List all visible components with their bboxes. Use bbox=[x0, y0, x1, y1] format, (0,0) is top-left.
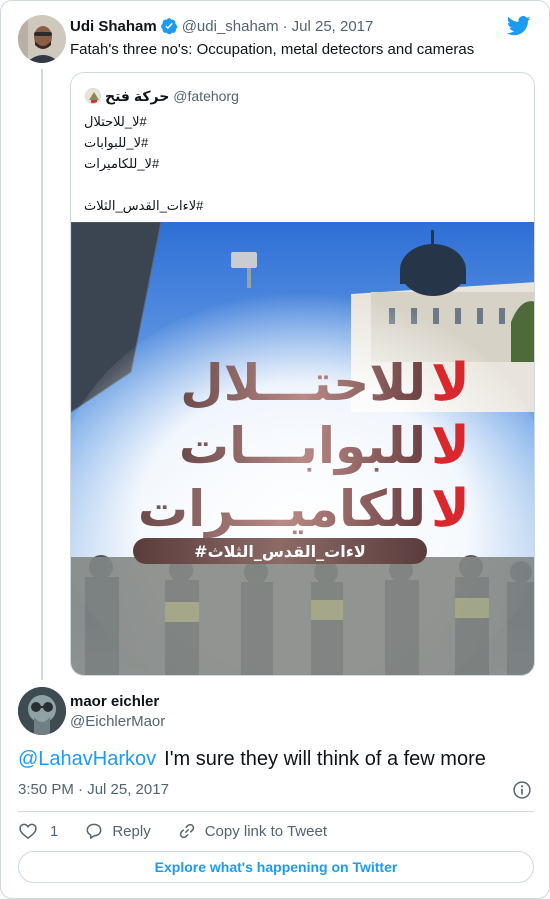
reply-button[interactable]: Reply bbox=[84, 821, 151, 841]
reply-timestamp[interactable]: 3:50 PM · Jul 25, 2017 bbox=[18, 781, 169, 798]
twitter-bird-icon[interactable] bbox=[507, 15, 531, 37]
quoted-tweet[interactable]: حركة فتح @fatehorg #لا_للاحتلال #لا_للبو… bbox=[70, 72, 535, 676]
author-handle[interactable]: @udi_shaham bbox=[182, 18, 279, 35]
tweet-text: Fatah's three no's: Occupation, metal de… bbox=[70, 41, 475, 58]
author-name[interactable]: Udi Shaham bbox=[70, 18, 157, 35]
quoted-image[interactable]: للاحتـــلال للبوابـــات للكاميـــرات لا … bbox=[71, 222, 534, 675]
hashtag-line[interactable]: #لا_للكاميرات bbox=[84, 153, 203, 174]
slogan-no-2: لا bbox=[431, 416, 470, 476]
divider bbox=[18, 811, 534, 812]
slogan-no-1: لا bbox=[431, 353, 470, 413]
slogan-line-2: للبوابـــات bbox=[179, 417, 426, 476]
quoted-author-handle: @fatehorg bbox=[173, 88, 239, 104]
quoted-header: حركة فتح @fatehorg bbox=[85, 87, 239, 105]
author-avatar[interactable] bbox=[18, 15, 66, 63]
reply-author-handle[interactable]: @EichlerMaor bbox=[70, 713, 165, 730]
hashtag-line[interactable]: #لا_للبوابات bbox=[84, 132, 203, 153]
reply-text-row: @LahavHarkov I'm sure they will think of … bbox=[18, 748, 486, 771]
thread-line bbox=[41, 69, 43, 680]
verified-badge-icon bbox=[160, 18, 178, 35]
slogan-no-3: لا bbox=[431, 479, 470, 539]
tweet-date[interactable]: Jul 25, 2017 bbox=[292, 18, 374, 35]
quoted-text: #لا_للاحتلال #لا_للبوابات #لا_للكاميرات … bbox=[84, 111, 203, 216]
like-button[interactable]: 1 bbox=[18, 821, 58, 841]
hashtag-line[interactable]: #لاءات_القدس_الثلاث bbox=[84, 195, 203, 216]
info-icon[interactable] bbox=[512, 780, 532, 800]
copy-link-button[interactable]: Copy link to Tweet bbox=[177, 821, 327, 841]
reply-text: I'm sure they will think of a few more bbox=[164, 748, 486, 770]
author-row: Udi Shaham @udi_shaham · Jul 25, 2017 bbox=[70, 16, 373, 36]
explore-button[interactable]: Explore what's happening on Twitter bbox=[18, 851, 534, 883]
slogan-line-1: للاحتـــلال bbox=[180, 354, 426, 412]
speech-bubble-icon bbox=[86, 823, 102, 839]
reply-avatar[interactable] bbox=[18, 687, 66, 735]
quoted-avatar bbox=[85, 88, 101, 104]
quoted-author-name: حركة فتح bbox=[105, 87, 170, 104]
reply-author-name[interactable]: maor eichler bbox=[70, 693, 159, 710]
separator: · bbox=[282, 17, 288, 35]
heart-icon bbox=[19, 823, 37, 840]
copy-link-label: Copy link to Tweet bbox=[204, 822, 327, 840]
reply-mention-link[interactable]: @LahavHarkov bbox=[18, 748, 156, 770]
image-banner-hashtag: #لاءات_القدس_الثلاث bbox=[194, 542, 366, 561]
hashtag-line[interactable]: #لا_للاحتلال bbox=[84, 111, 203, 132]
tweet-card: Udi Shaham @udi_shaham · Jul 25, 2017 Fa… bbox=[0, 0, 550, 899]
link-icon bbox=[179, 823, 194, 839]
action-bar: 1 Reply Copy link to Tweet bbox=[18, 820, 327, 842]
reply-label: Reply bbox=[112, 822, 151, 840]
slogan-line-3: للكاميـــرات bbox=[138, 480, 426, 539]
like-count: 1 bbox=[50, 822, 59, 840]
